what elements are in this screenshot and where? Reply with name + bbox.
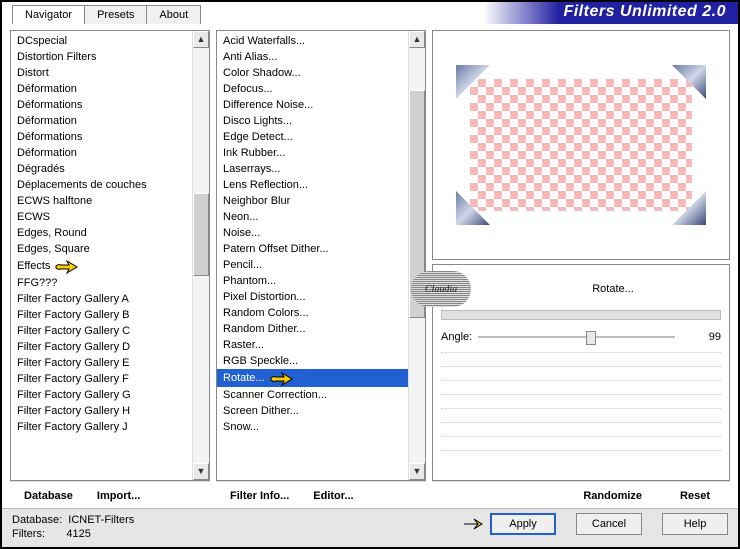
category-item[interactable]: FFG??? [11, 275, 192, 291]
filter-item[interactable]: Snow... [217, 419, 408, 435]
filter-item[interactable]: Screen Dither... [217, 403, 408, 419]
preview-image [470, 79, 692, 211]
filter-item[interactable]: Phantom... [217, 273, 408, 289]
filter-item[interactable]: Laserrays... [217, 161, 408, 177]
category-item[interactable]: DCspecial [11, 33, 192, 49]
category-item[interactable]: Filter Factory Gallery G [11, 387, 192, 403]
cancel-button[interactable]: Cancel [576, 513, 642, 535]
hand-pointer-icon [462, 514, 488, 534]
angle-label: Angle: [441, 331, 472, 343]
status-db-label: Database: [12, 514, 62, 526]
category-item[interactable]: Edges, Round [11, 225, 192, 241]
preview-panel [432, 30, 730, 260]
filter-scrollbar[interactable]: ▲ ▼ [408, 31, 425, 480]
category-item[interactable]: ECWS [11, 209, 192, 225]
tab-navigator[interactable]: Navigator [12, 5, 85, 24]
scroll-thumb[interactable] [193, 193, 209, 276]
filter-item[interactable]: Neighbor Blur [217, 193, 408, 209]
filter-list[interactable]: Acid Waterfalls...Anti Alias...Color Sha… [216, 30, 426, 481]
database-button[interactable]: Database [14, 488, 83, 504]
editor-button[interactable]: Editor... [303, 488, 363, 504]
filter-item[interactable]: Defocus... [217, 81, 408, 97]
category-item[interactable]: Déplacements de couches [11, 177, 192, 193]
hand-pointer-icon [269, 369, 295, 387]
angle-value: 99 [681, 331, 721, 343]
category-item[interactable]: Filter Factory Gallery H [11, 403, 192, 419]
category-item[interactable]: ECWS halftone [11, 193, 192, 209]
category-item[interactable]: Déformations [11, 97, 192, 113]
filter-info-button[interactable]: Filter Info... [220, 488, 299, 504]
reset-button[interactable]: Reset [670, 488, 720, 504]
app-title: Filters Unlimited 2.0 [483, 2, 738, 24]
tab-about[interactable]: About [146, 5, 201, 24]
filter-item[interactable]: Rotate... [217, 369, 408, 387]
category-item[interactable]: Filter Factory Gallery E [11, 355, 192, 371]
progress-bar [441, 310, 721, 320]
status-db-value: ICNET-Filters [68, 514, 134, 526]
tab-strip: Navigator Presets About [12, 5, 200, 24]
tab-presets[interactable]: Presets [84, 5, 147, 24]
scroll-up-icon[interactable]: ▲ [193, 31, 209, 48]
category-item[interactable]: Filter Factory Gallery C [11, 323, 192, 339]
category-item[interactable]: Déformation [11, 81, 192, 97]
category-item[interactable]: Déformation [11, 113, 192, 129]
parameter-panel: Claudia Rotate... Angle: 99 [432, 264, 730, 481]
filter-item[interactable]: Neon... [217, 209, 408, 225]
category-item[interactable]: Filter Factory Gallery D [11, 339, 192, 355]
filter-item[interactable]: Lens Reflection... [217, 177, 408, 193]
filter-item[interactable]: Difference Noise... [217, 97, 408, 113]
filter-item[interactable]: Noise... [217, 225, 408, 241]
filter-item[interactable]: Random Dither... [217, 321, 408, 337]
randomize-button[interactable]: Randomize [573, 488, 652, 504]
category-item[interactable]: Dégradés [11, 161, 192, 177]
category-item[interactable]: Effects [11, 257, 192, 275]
help-button[interactable]: Help [662, 513, 728, 535]
category-item[interactable]: Distort [11, 65, 192, 81]
filter-item[interactable]: Anti Alias... [217, 49, 408, 65]
category-item[interactable]: Edges, Square [11, 241, 192, 257]
category-list[interactable]: DCspecialDistortion FiltersDistortDéform… [10, 30, 210, 481]
category-item[interactable]: Filter Factory Gallery A [11, 291, 192, 307]
import-button[interactable]: Import... [87, 488, 150, 504]
filter-title: Rotate... [505, 283, 721, 295]
category-scrollbar[interactable]: ▲ ▼ [192, 31, 209, 480]
watermark-stamp: Claudia [411, 271, 471, 307]
hand-pointer-icon [54, 257, 80, 275]
status-filters-value: 4125 [66, 528, 90, 540]
filter-item[interactable]: Pixel Distortion... [217, 289, 408, 305]
filter-item[interactable]: Raster... [217, 337, 408, 353]
apply-button[interactable]: Apply [490, 513, 556, 535]
category-item[interactable]: Filter Factory Gallery J [11, 419, 192, 435]
category-item[interactable]: Distortion Filters [11, 49, 192, 65]
angle-slider[interactable] [478, 328, 675, 346]
filter-item[interactable]: Disco Lights... [217, 113, 408, 129]
category-item[interactable]: Filter Factory Gallery B [11, 307, 192, 323]
titlebar: Navigator Presets About Filters Unlimite… [2, 2, 738, 24]
scroll-up-icon[interactable]: ▲ [409, 31, 425, 48]
category-item[interactable]: Déformation [11, 145, 192, 161]
filter-item[interactable]: Ink Rubber... [217, 145, 408, 161]
filter-item[interactable]: RGB Speckle... [217, 353, 408, 369]
filter-item[interactable]: Random Colors... [217, 305, 408, 321]
filter-item[interactable]: Patern Offset Dither... [217, 241, 408, 257]
category-item[interactable]: Déformations [11, 129, 192, 145]
filter-item[interactable]: Pencil... [217, 257, 408, 273]
status-bar: Database: ICNET-Filters Filters: 4125 Ap… [2, 508, 738, 547]
filter-item[interactable]: Scanner Correction... [217, 387, 408, 403]
filter-item[interactable]: Edge Detect... [217, 129, 408, 145]
category-item[interactable]: Filter Factory Gallery F [11, 371, 192, 387]
scroll-down-icon[interactable]: ▼ [193, 463, 209, 480]
filter-item[interactable]: Color Shadow... [217, 65, 408, 81]
scroll-down-icon[interactable]: ▼ [409, 463, 425, 480]
filter-item[interactable]: Acid Waterfalls... [217, 33, 408, 49]
status-filters-label: Filters: [12, 528, 45, 540]
